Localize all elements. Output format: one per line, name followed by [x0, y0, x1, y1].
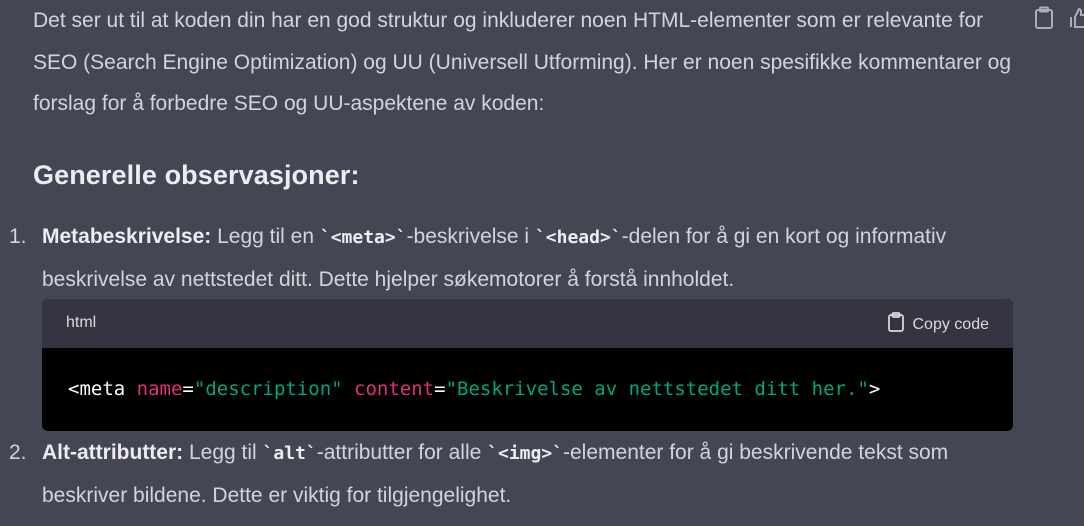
list-item-title: Metabeskrivelse:: [42, 225, 212, 248]
code-string: "Beskrivelse av nettstedet ditt her.": [445, 378, 869, 400]
inline-code: `alt`: [262, 443, 317, 464]
message-actions: [1033, 6, 1084, 35]
list-item-text: Legg til en: [211, 225, 320, 248]
code-tag-close: >: [868, 378, 881, 400]
code-attr: name: [136, 378, 183, 400]
inline-code: `<head>`: [534, 227, 622, 248]
list-item: Metabeskrivelse: Legg til en `<meta>`-be…: [42, 216, 1002, 300]
list-item-text: -attributter for alle: [316, 441, 488, 464]
code-eq: =: [182, 378, 194, 400]
thumbs-up-icon[interactable]: [1069, 6, 1084, 35]
copy-code-button[interactable]: Copy code: [887, 312, 990, 337]
clipboard-icon: [887, 312, 905, 337]
list-item: Alt-attributter: Legg til `alt`-attribut…: [42, 432, 1002, 516]
list-item-text: Legg til: [183, 441, 263, 464]
list-number: 2.: [9, 441, 27, 464]
copy-message-icon[interactable]: [1033, 6, 1055, 35]
code-eq: =: [434, 378, 446, 400]
inline-code: `<meta>`: [319, 227, 407, 248]
section-heading: Generelle observasjoner:: [33, 160, 360, 190]
list-item-title: Alt-attributter:: [42, 441, 184, 464]
assistant-intro-paragraph: Det ser ut til at koden din har en god s…: [33, 0, 1023, 125]
code-block-header: html Copy code: [42, 299, 1013, 348]
code-string: "description": [193, 378, 343, 400]
intro-text: Det ser ut til at koden din har en god s…: [33, 9, 1012, 115]
copy-code-label: Copy code: [912, 315, 990, 333]
code-content: <meta name="description" content="Beskri…: [42, 348, 1013, 430]
code-language-label: html: [66, 314, 97, 331]
code-block: html Copy code <meta name="description" …: [42, 299, 1013, 431]
list-item-text: -beskrivelse i: [406, 225, 535, 248]
list-number: 1.: [9, 225, 27, 248]
inline-code: `<img>`: [487, 443, 563, 464]
code-tag-open: <meta: [68, 378, 126, 400]
code-attr: content: [354, 378, 435, 400]
